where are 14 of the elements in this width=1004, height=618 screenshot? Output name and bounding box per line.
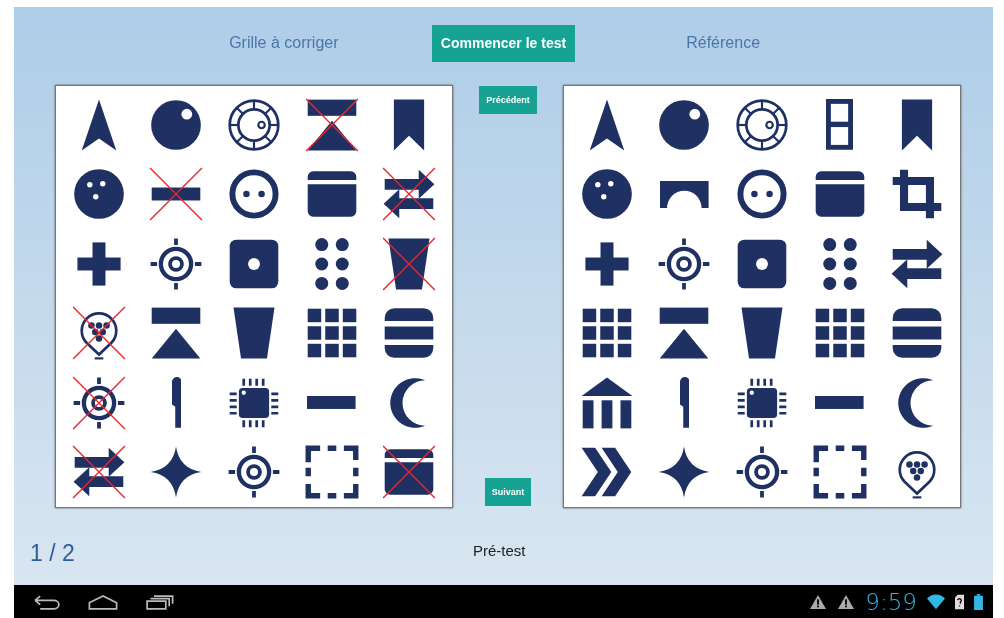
warning-icon <box>809 593 828 610</box>
previous-button[interactable]: Précédent <box>479 86 537 114</box>
battery-icon <box>974 593 983 610</box>
next-button[interactable]: Suivant <box>484 478 532 506</box>
grid-title: Grille à corriger <box>228 34 340 52</box>
home-icon[interactable] <box>86 592 120 611</box>
page-counter: 1 / 2 <box>30 540 75 567</box>
sim-card-icon <box>955 593 964 610</box>
wifi-icon <box>927 593 945 610</box>
start-test-button[interactable]: Commencer le test <box>431 24 576 62</box>
phase-label: Pré-test <box>473 542 526 559</box>
reference-title: Référence <box>685 34 762 52</box>
clock: 9:59 <box>865 588 917 615</box>
warning-icon <box>837 593 856 610</box>
